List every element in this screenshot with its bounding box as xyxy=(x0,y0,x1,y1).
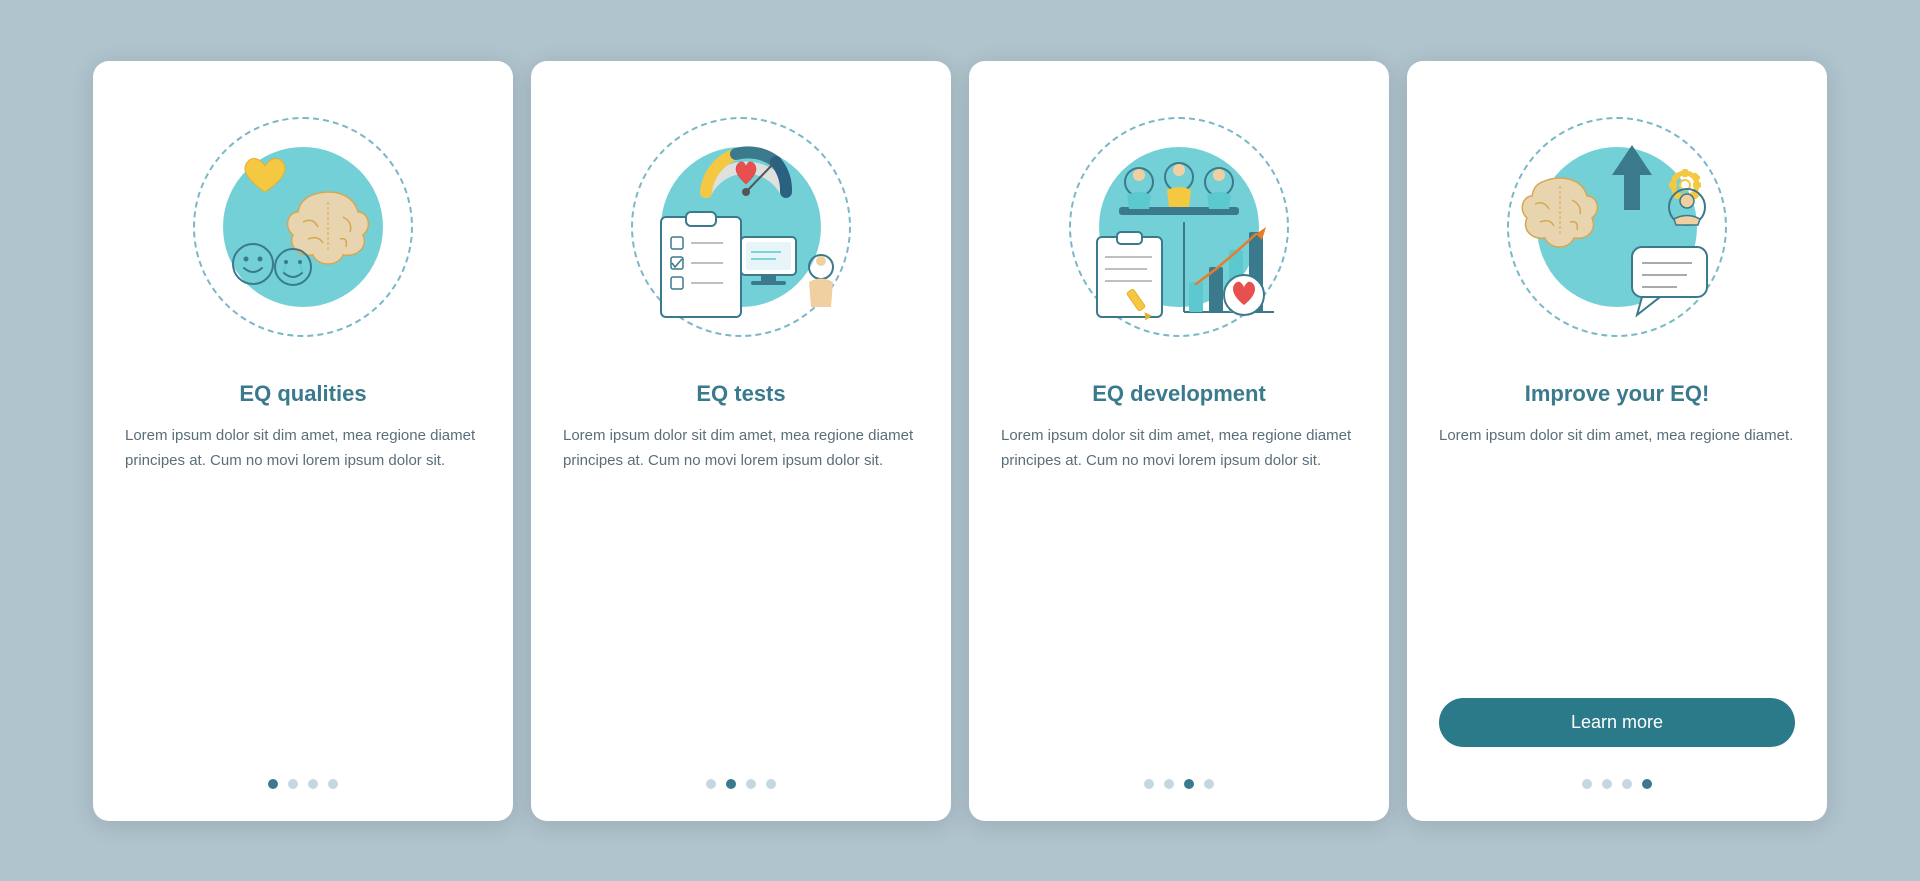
dot-3-3 xyxy=(1184,779,1194,789)
eq-qualities-icon xyxy=(203,127,403,327)
cards-container: EQ qualities Lorem ipsum dolor sit dim a… xyxy=(33,21,1887,861)
dots-row-4 xyxy=(1582,779,1652,789)
card-text-eq-qualities: Lorem ipsum dolor sit dim amet, mea regi… xyxy=(125,423,481,751)
card-text-improve-eq: Lorem ipsum dolor sit dim amet, mea regi… xyxy=(1439,423,1795,676)
dot-2-3 xyxy=(746,779,756,789)
dots-row-2 xyxy=(706,779,776,789)
dot-1-4 xyxy=(328,779,338,789)
illustration-eq-qualities xyxy=(173,97,433,357)
dot-2-4 xyxy=(766,779,776,789)
illustration-eq-tests xyxy=(611,97,871,357)
dot-3-2 xyxy=(1164,779,1174,789)
card-title-improve-eq: Improve your EQ! xyxy=(1525,381,1710,407)
dot-2-1 xyxy=(706,779,716,789)
eq-development-icon xyxy=(1079,127,1279,327)
dot-4-4 xyxy=(1642,779,1652,789)
illustration-improve-eq xyxy=(1487,97,1747,357)
dots-row-1 xyxy=(268,779,338,789)
card-text-eq-development: Lorem ipsum dolor sit dim amet, mea regi… xyxy=(1001,423,1357,751)
dot-3-4 xyxy=(1204,779,1214,789)
dot-4-3 xyxy=(1622,779,1632,789)
card-title-eq-development: EQ development xyxy=(1092,381,1266,407)
card-improve-eq: Improve your EQ! Lorem ipsum dolor sit d… xyxy=(1407,61,1827,821)
card-title-eq-qualities: EQ qualities xyxy=(239,381,366,407)
card-eq-qualities: EQ qualities Lorem ipsum dolor sit dim a… xyxy=(93,61,513,821)
dot-1-3 xyxy=(308,779,318,789)
dot-2-2 xyxy=(726,779,736,789)
dot-1-1 xyxy=(268,779,278,789)
card-eq-development: EQ development Lorem ipsum dolor sit dim… xyxy=(969,61,1389,821)
dots-row-3 xyxy=(1144,779,1214,789)
eq-tests-icon xyxy=(641,127,841,327)
card-title-eq-tests: EQ tests xyxy=(696,381,785,407)
card-eq-tests: EQ tests Lorem ipsum dolor sit dim amet,… xyxy=(531,61,951,821)
dot-3-1 xyxy=(1144,779,1154,789)
improve-eq-icon xyxy=(1517,127,1717,327)
illustration-eq-development xyxy=(1049,97,1309,357)
card-text-eq-tests: Lorem ipsum dolor sit dim amet, mea regi… xyxy=(563,423,919,751)
dot-1-2 xyxy=(288,779,298,789)
learn-more-button[interactable]: Learn more xyxy=(1439,698,1795,747)
dot-4-2 xyxy=(1602,779,1612,789)
dot-4-1 xyxy=(1582,779,1592,789)
